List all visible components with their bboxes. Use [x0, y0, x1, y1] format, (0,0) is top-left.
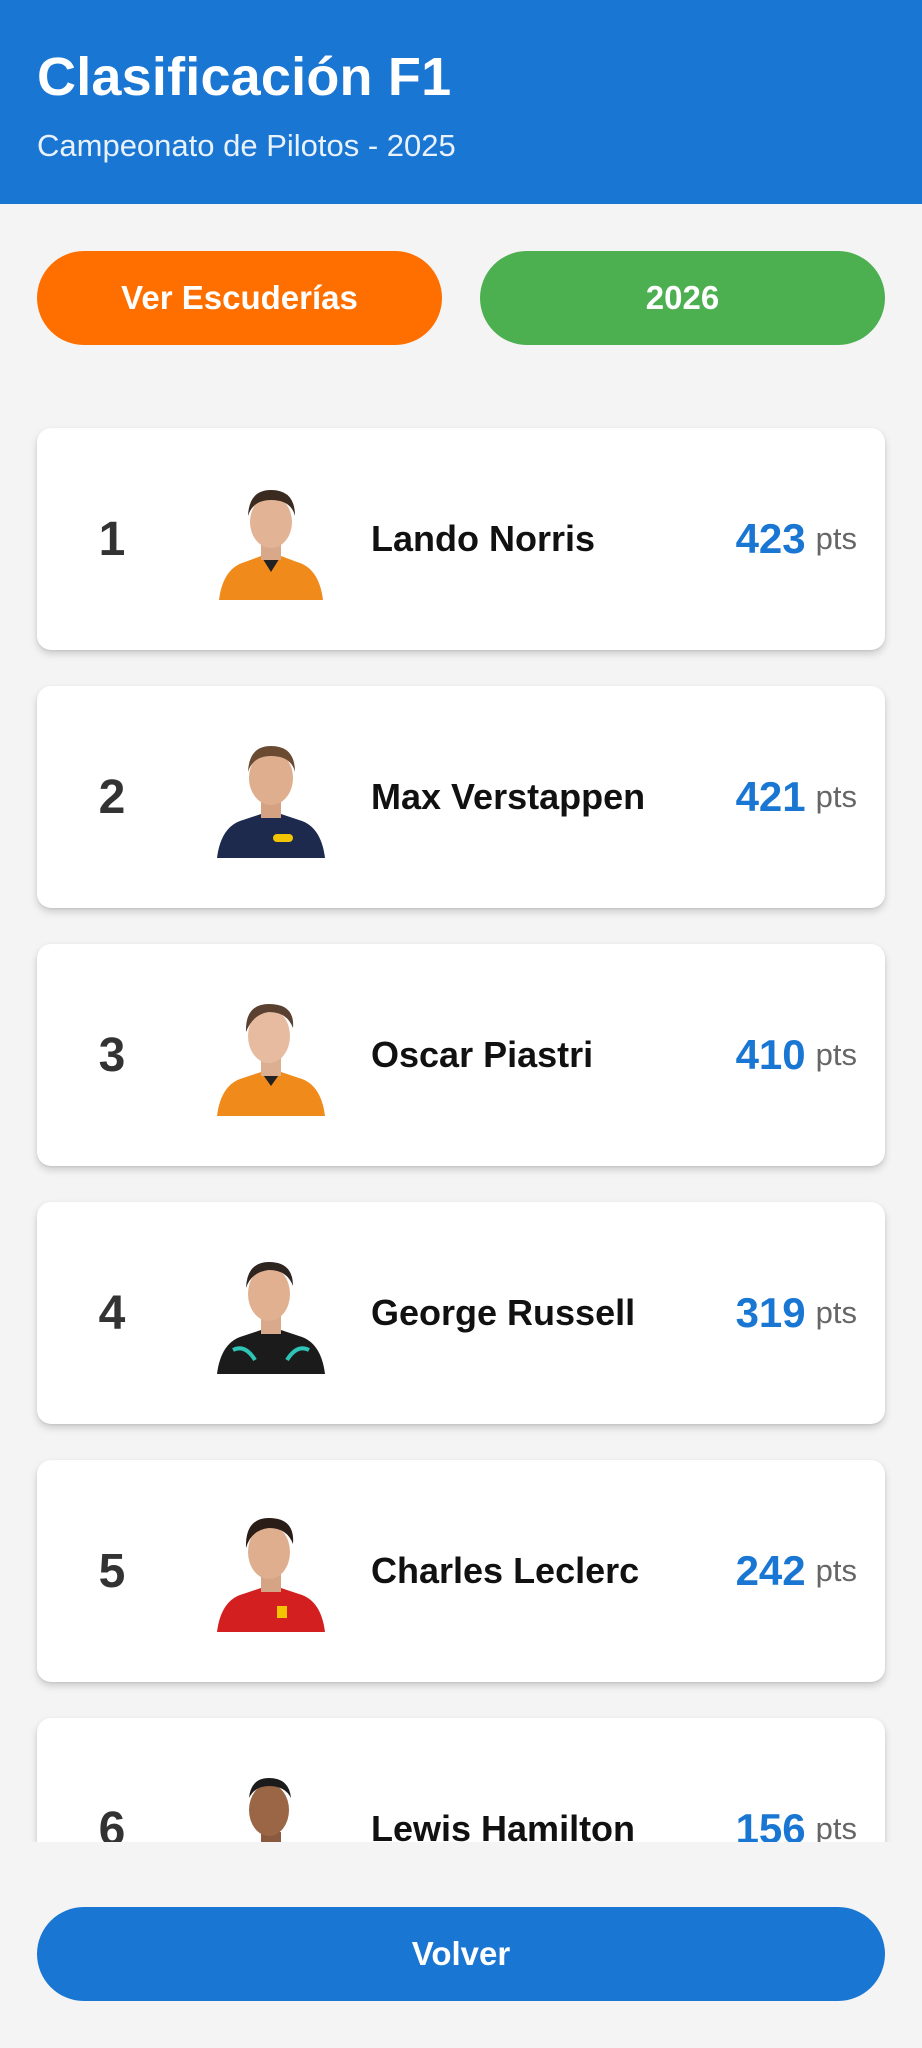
points-value: 242 — [735, 1547, 806, 1594]
points-value: 410 — [735, 1031, 806, 1078]
driver-points: 156 pts — [736, 1718, 857, 1842]
page-title: Clasificación F1 — [37, 47, 452, 107]
driver-name: Lando Norris — [371, 518, 596, 559]
points-value: 421 — [735, 773, 806, 820]
page-subtitle: Campeonato de Pilotos - 2025 — [37, 128, 456, 163]
driver-points: 421 pts — [736, 686, 857, 908]
points-value: 423 — [735, 515, 806, 562]
position-number: 1 — [98, 512, 126, 566]
view-teams-button[interactable]: Ver Escuderías — [37, 251, 442, 345]
position-number: 5 — [98, 1544, 126, 1598]
driver-points: 423 pts — [736, 428, 857, 650]
standings-list[interactable]: 1 Lando Norris 423 pts 2 Max Verstappen … — [0, 410, 922, 1842]
driver-name: Charles Leclerc — [371, 1550, 640, 1591]
season-2026-button[interactable]: 2026 — [480, 251, 885, 345]
driver-avatar-icon — [219, 490, 323, 600]
standings-row[interactable]: 1 Lando Norris 423 pts — [37, 428, 885, 650]
driver-avatar-icon — [217, 1262, 325, 1374]
app-screen: Clasificación F1 Campeonato de Pilotos -… — [0, 0, 922, 2048]
points-value: 319 — [735, 1289, 806, 1336]
standings-row[interactable]: 3 Oscar Piastri 410 pts — [37, 944, 885, 1166]
driver-name: George Russell — [371, 1292, 636, 1333]
position-number: 3 — [98, 1028, 126, 1082]
points-unit: pts — [815, 1811, 857, 1842]
position-number: 6 — [98, 1802, 126, 1843]
driver-avatar-icon — [249, 1778, 291, 1842]
position-number: 2 — [98, 770, 126, 824]
points-unit: pts — [815, 1553, 857, 1588]
points-unit: pts — [815, 779, 857, 814]
back-button[interactable]: Volver — [37, 1907, 885, 2001]
driver-name: Max Verstappen — [371, 776, 646, 817]
driver-avatar-icon — [217, 1004, 325, 1116]
points-unit: pts — [815, 1037, 857, 1072]
standings-row[interactable]: 4 George Russell 319 pts — [37, 1202, 885, 1424]
points-value: 156 — [735, 1805, 806, 1842]
points-unit: pts — [815, 521, 857, 556]
driver-avatar-icon — [217, 746, 325, 858]
driver-points: 410 pts — [736, 944, 857, 1166]
driver-avatar-icon — [217, 1518, 325, 1632]
driver-points: 319 pts — [736, 1202, 857, 1424]
standings-row[interactable]: 2 Max Verstappen 421 pts — [37, 686, 885, 908]
standings-row[interactable]: 5 Charles Leclerc 242 pts — [37, 1460, 885, 1682]
points-unit: pts — [815, 1295, 857, 1330]
position-number: 4 — [98, 1286, 126, 1340]
standings-row[interactable]: 6 Lewis Hamilton 156 pts — [37, 1718, 885, 1842]
driver-name: Lewis Hamilton — [371, 1808, 636, 1842]
driver-points: 242 pts — [736, 1460, 857, 1682]
driver-name: Oscar Piastri — [371, 1034, 594, 1075]
app-header: Clasificación F1 Campeonato de Pilotos -… — [0, 0, 922, 204]
